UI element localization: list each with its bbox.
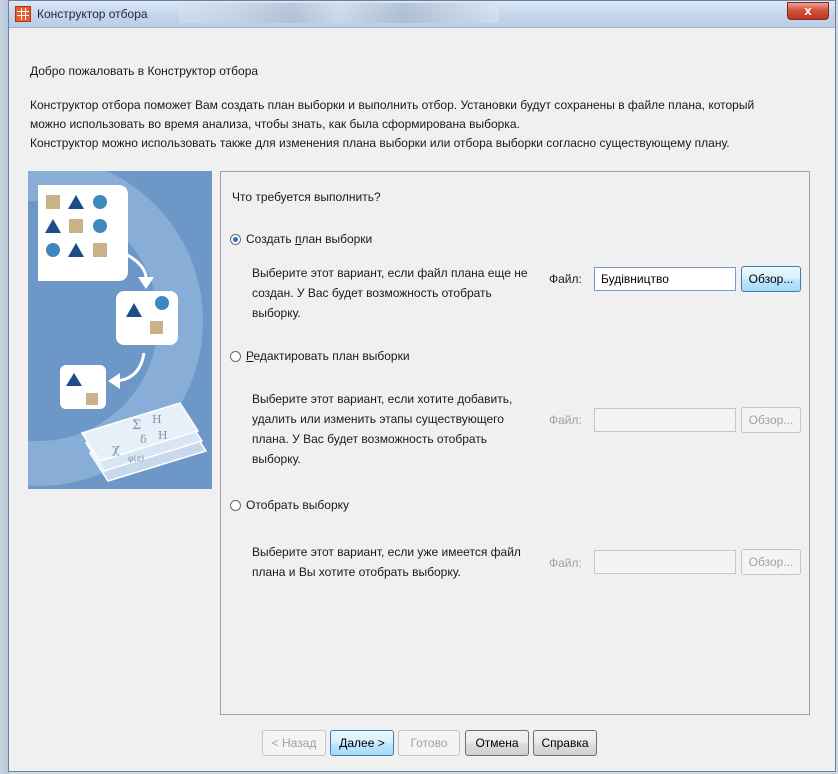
radio-button[interactable]: [230, 350, 241, 362]
file-label: Файл:: [549, 272, 582, 286]
browse-button[interactable]: Обзор...: [741, 266, 801, 292]
app-table-icon: [15, 6, 31, 22]
next-button[interactable]: Далее >: [330, 730, 394, 756]
intro-line: Конструктор можно использовать также для…: [30, 136, 730, 150]
option-description: Выберите этот вариант, если хотите добав…: [252, 392, 513, 466]
radio-draw-sample[interactable]: Отобрать выборку: [230, 498, 349, 512]
illustration-art: Σ H δ H χ φ(z): [28, 171, 208, 486]
formula-symbol: χ: [112, 442, 120, 457]
radio-create-plan[interactable]: Создать план выборки: [230, 232, 372, 246]
title-bar[interactable]: Конструктор отбора x: [9, 1, 835, 28]
intro-text: Конструктор отбора поможет Вам создать п…: [30, 96, 820, 153]
question-label: Что требуется выполнить?: [232, 190, 381, 204]
radio-button-checked[interactable]: [230, 233, 241, 245]
plan-file-input[interactable]: [594, 267, 736, 291]
browse-button[interactable]: Обзор...: [741, 407, 801, 433]
draw-file-input[interactable]: [594, 550, 736, 574]
option-label: Создать план выборки: [246, 232, 373, 246]
radio-edit-plan[interactable]: Редактировать план выборки: [230, 349, 410, 363]
titlebar-background-art: [179, 3, 499, 23]
finish-button[interactable]: Готово: [398, 730, 460, 756]
intro-line: Конструктор отбора поможет Вам создать п…: [30, 98, 755, 112]
back-button[interactable]: < Назад: [262, 730, 326, 756]
window-title: Конструктор отбора: [37, 7, 148, 21]
close-button[interactable]: x: [787, 2, 829, 20]
cancel-button[interactable]: Отмена: [465, 730, 529, 756]
option-label: Редактировать план выборки: [246, 349, 410, 363]
edit-file-input[interactable]: [594, 408, 736, 432]
formula-symbol: Σ: [132, 418, 141, 433]
option-description: Выберите этот вариант, если файл плана е…: [252, 266, 528, 320]
radio-button[interactable]: [230, 499, 241, 511]
formula-symbol: δ: [140, 433, 147, 446]
intro-line: можно использовать во время анализа, что…: [30, 117, 520, 131]
formula-symbol: H: [158, 429, 168, 442]
shapes-card-large: [38, 185, 128, 281]
formula-symbol: φ(z): [128, 454, 144, 463]
option-description: Выберите этот вариант, если уже имеется …: [252, 545, 521, 579]
file-label: Файл:: [549, 556, 582, 570]
file-label: Файл:: [549, 413, 582, 427]
formula-symbol: H: [152, 413, 162, 426]
shapes-card-small: [60, 365, 106, 409]
welcome-heading: Добро пожаловать в Конструктор отбора: [30, 64, 259, 78]
browse-button[interactable]: Обзор...: [741, 549, 801, 575]
shapes-card-medium: [116, 291, 178, 345]
option-label: Отобрать выборку: [246, 498, 350, 512]
wizard-illustration: Σ H δ H χ φ(z): [28, 171, 212, 489]
help-button[interactable]: Справка: [533, 730, 597, 756]
